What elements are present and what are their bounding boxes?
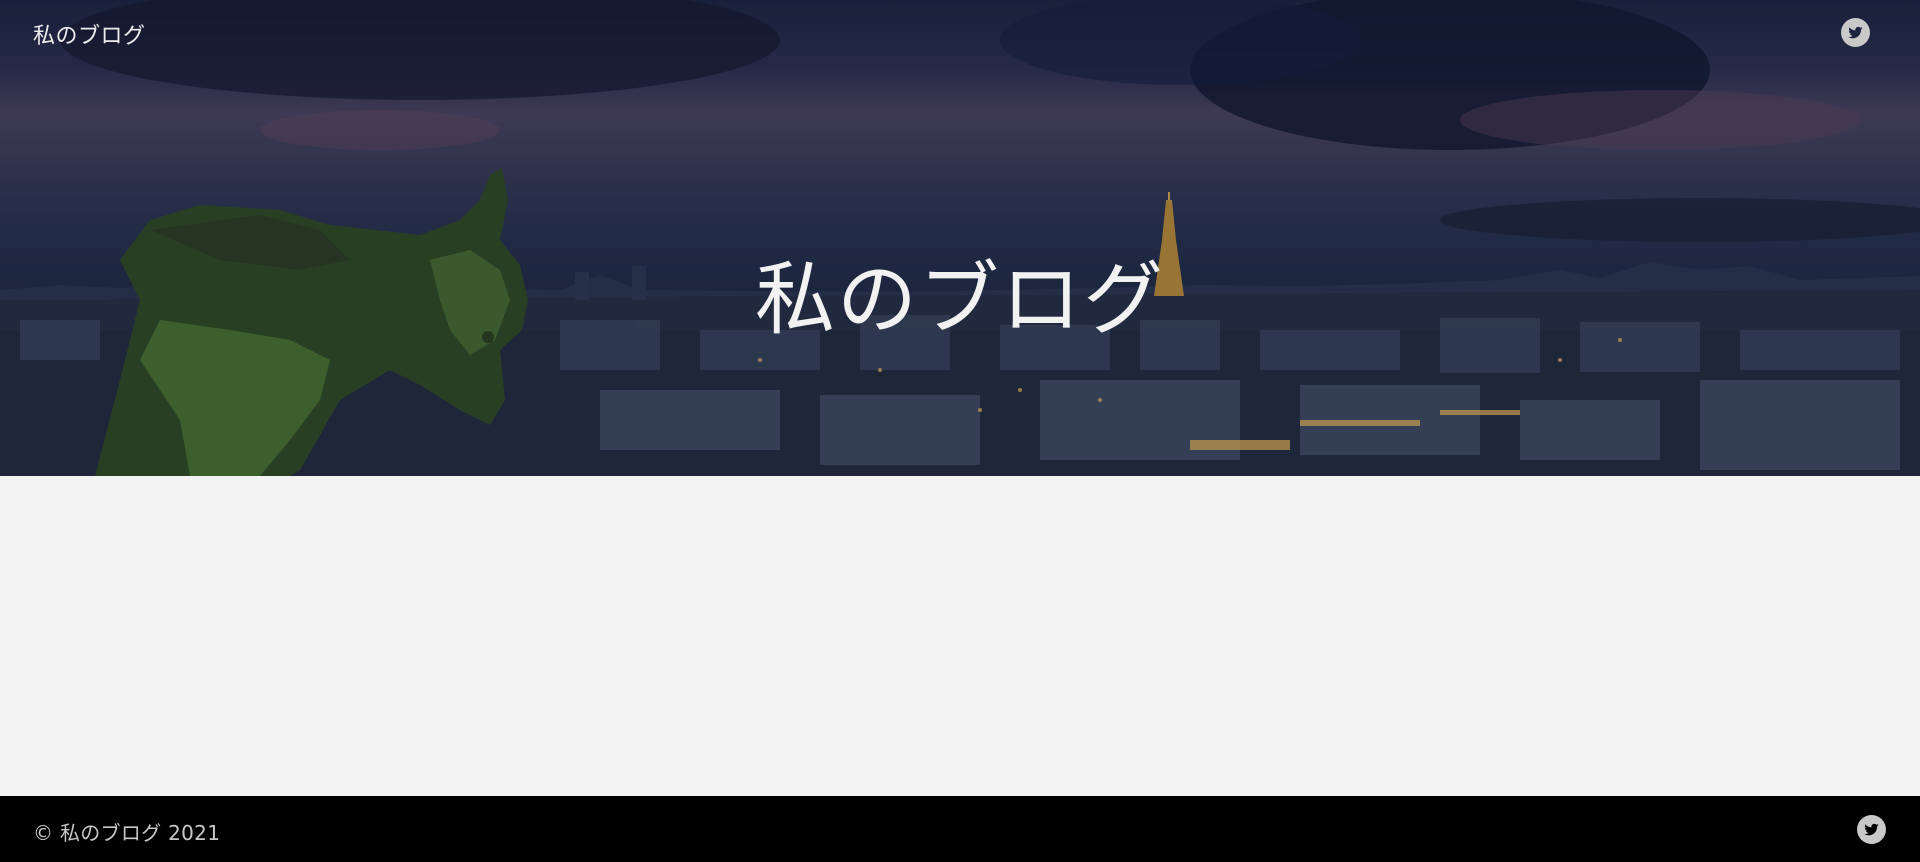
twitter-icon bbox=[1848, 26, 1863, 39]
twitter-icon bbox=[1864, 823, 1879, 836]
hero-background-image bbox=[0, 0, 1920, 476]
hero-header: 私のブログ 私のブログ bbox=[0, 0, 1920, 476]
main-content bbox=[0, 476, 1920, 796]
footer: © 私のブログ 2021 bbox=[0, 796, 1920, 862]
twitter-link-header[interactable] bbox=[1841, 18, 1870, 47]
copyright-text: © 私のブログ 2021 bbox=[33, 821, 221, 845]
site-name-link[interactable]: 私のブログ bbox=[33, 18, 146, 50]
hero-title: 私のブログ bbox=[755, 253, 1165, 346]
twitter-link-footer[interactable] bbox=[1857, 815, 1886, 844]
